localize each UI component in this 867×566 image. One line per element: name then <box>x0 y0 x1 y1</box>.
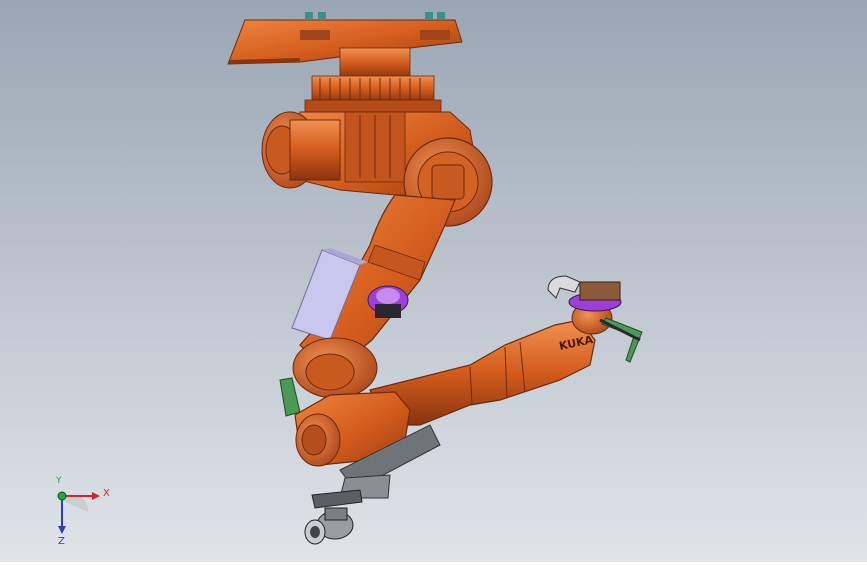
triad-y-axis <box>57 491 67 501</box>
cad-scene: KUKA <box>0 0 867 562</box>
triad-y-label: Y <box>56 476 62 486</box>
triad-x-label: X <box>103 488 110 499</box>
triad-z-label: Z <box>58 536 65 547</box>
cad-viewport[interactable]: KUKA X Y Z <box>0 0 867 562</box>
